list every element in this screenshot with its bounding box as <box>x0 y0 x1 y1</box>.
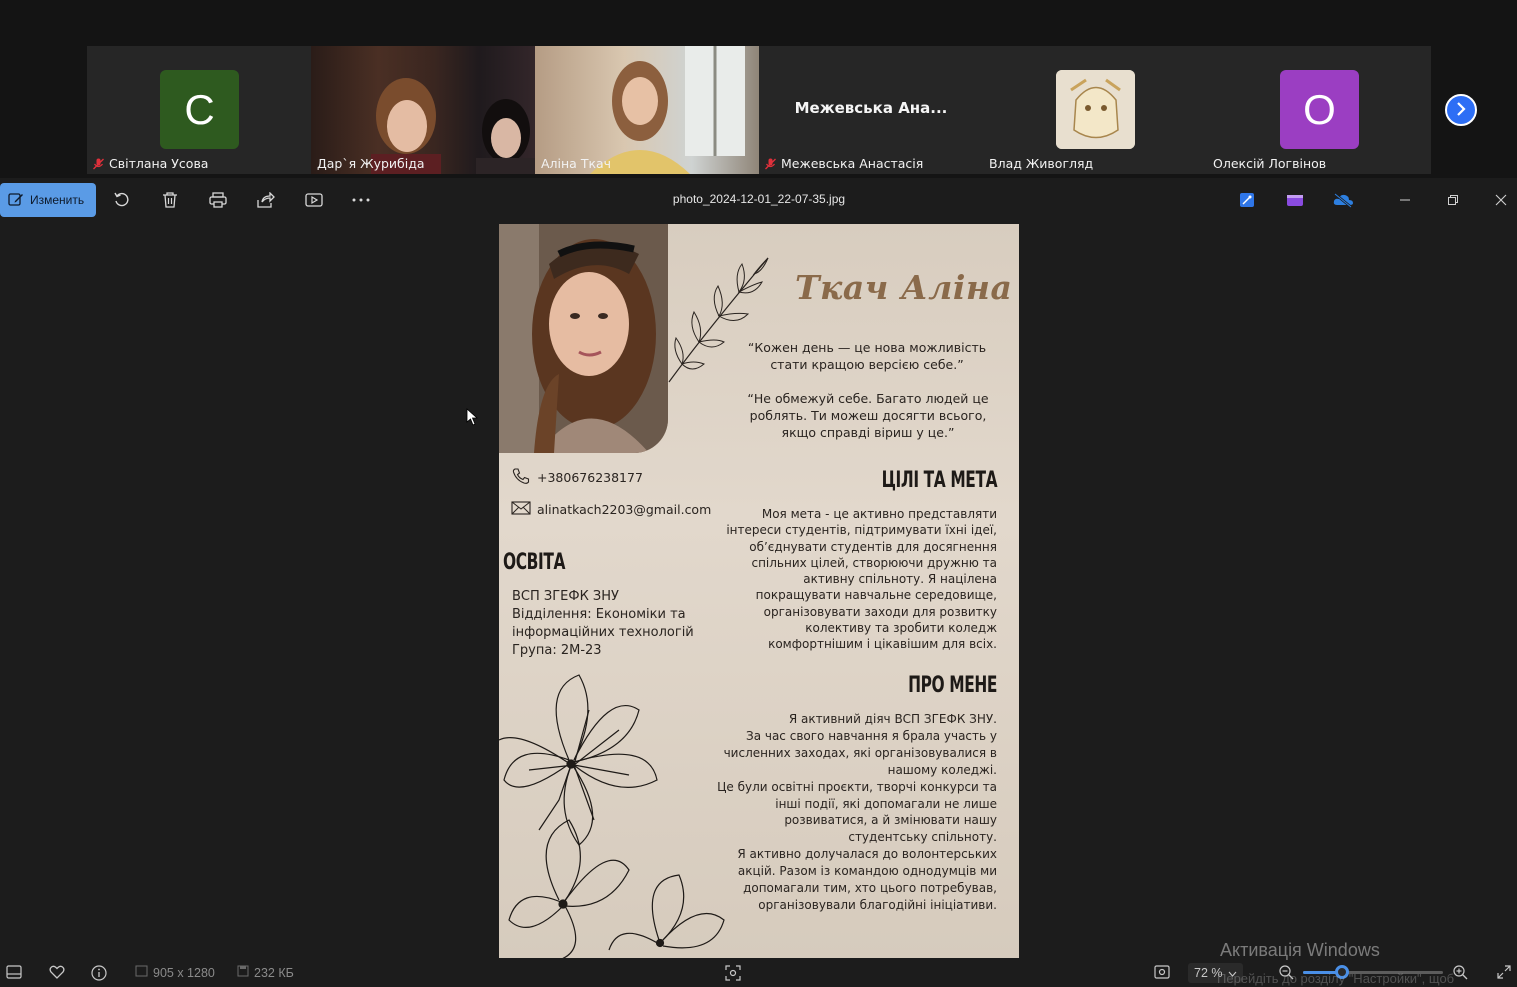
goals-line: інтереси студентів, підтримувати їхні ід… <box>726 523 997 538</box>
participant-name: Межевська Анастасія <box>765 156 923 171</box>
participant-video <box>535 46 759 174</box>
envelope-icon <box>511 501 531 518</box>
goals-line: Моя мета - це активно представляти <box>761 507 997 521</box>
more-options-icon[interactable] <box>349 188 373 212</box>
windows-activation-subtitle: Перейдіть до розділу "Настройки", щоб <box>1217 971 1455 986</box>
about-line: Я активний діяч ВСП ЗГЕФК ЗНУ. <box>788 712 997 726</box>
edit-image-icon <box>8 191 24 210</box>
education-line: Група: 2М-23 <box>512 643 602 658</box>
phone-icon <box>511 467 531 488</box>
about-line: розвиватися, а й змінювати нашу <box>784 813 997 828</box>
quote-1: “Кожен день — це нова можливість стати к… <box>747 340 987 372</box>
filmstrip-icon[interactable] <box>6 965 22 979</box>
viewer-toolbar: Изменить photo_2024-12-01_22-07-35.jpg <box>0 178 1517 222</box>
participant-name: Дар`я Журибіда <box>317 156 425 171</box>
goals-line: спільних цілей, створюючи дружню та <box>751 555 997 570</box>
portrait-photo <box>499 224 668 453</box>
participant-tiles: С Світлана Усова Дар`я Журибіда Аліна Тк… <box>87 46 1431 174</box>
about-line: численних заходах, які організовувалися … <box>723 745 997 760</box>
onedrive-icon[interactable] <box>1331 188 1355 212</box>
goals-heading: ЦІЛІ ТА МЕТА <box>881 468 997 493</box>
actual-size-icon[interactable] <box>1154 965 1170 979</box>
favorite-heart-icon[interactable] <box>49 965 65 979</box>
image-dimensions: 905 x 1280 <box>135 965 215 980</box>
mouse-cursor-icon <box>466 408 479 430</box>
share-icon[interactable] <box>254 188 278 212</box>
participant-name: Влад Живогляд <box>989 156 1094 171</box>
slideshow-icon[interactable] <box>302 188 326 212</box>
print-icon[interactable] <box>206 188 230 212</box>
goals-text: Моя мета - це активно представляти інтере… <box>726 506 997 653</box>
muted-mic-icon <box>93 158 105 170</box>
avatar: С <box>160 70 239 149</box>
goals-line: покращувати навчальне середовище, <box>755 588 997 603</box>
resume-name: Ткач Аліна <box>795 268 1013 307</box>
education-line: ВСП ЗГЕФК ЗНУ <box>512 589 619 604</box>
education-line: інформаційних технологій <box>512 625 694 640</box>
windows-activation-watermark: Активація Windows <box>1220 940 1380 960</box>
quote-2: “Не обмежуй себе. Багато людей це роблят… <box>747 391 989 440</box>
participant-tile[interactable]: С Світлана Усова <box>87 46 311 174</box>
goals-line: об’єднувати студентів для досягнення <box>749 539 997 554</box>
rotate-icon[interactable] <box>110 188 134 212</box>
zoom-in-icon[interactable] <box>1453 965 1468 980</box>
participant-name: Аліна Ткач <box>541 156 612 171</box>
close-icon[interactable] <box>1489 188 1513 212</box>
participant-display-name: Межевська Ана... <box>794 99 948 117</box>
about-line: За час свого навчання я брала участь у <box>746 728 997 743</box>
participant-tile[interactable]: Влад Живогляд <box>983 46 1207 174</box>
disk-icon <box>237 965 249 980</box>
file-name: photo_2024-12-01_22-07-35.jpg <box>672 192 846 206</box>
minimize-icon[interactable] <box>1393 188 1417 212</box>
about-line: інші події, які допомагали не лише <box>775 796 997 811</box>
education-heading: ОСВІТА <box>503 550 566 575</box>
photo-enhance-icon[interactable] <box>1235 188 1259 212</box>
participant-tile[interactable]: Межевська Ана... Межевська Анастасія <box>759 46 983 174</box>
full-screen-icon[interactable] <box>1497 965 1511 979</box>
participant-tile[interactable]: О Олексій Логвінов <box>1207 46 1431 174</box>
participant-name: Олексій Логвінов <box>1213 156 1327 171</box>
participant-strip: С Світлана Усова Дар`я Журибіда Аліна Тк… <box>0 0 1517 178</box>
goals-line: організовувати заходи для розвитку <box>763 604 997 619</box>
participant-video <box>311 46 535 174</box>
participant-tile-active-speaker[interactable]: Аліна Ткач <box>535 46 759 174</box>
file-info-icon[interactable] <box>91 965 107 981</box>
avatar: О <box>1280 70 1359 149</box>
about-line: Я активно долучалася до волонтерських <box>737 847 997 862</box>
about-text: Я активний діяч ВСП ЗГЕФК ЗНУ. За час сво… <box>717 711 997 914</box>
dimensions-icon <box>135 965 148 980</box>
about-line: організовували благодійні ініціативи. <box>758 897 997 912</box>
about-line: акцій. Разом із командою однодумців ми <box>737 864 997 879</box>
about-line: студентську спільноту. <box>848 830 997 845</box>
file-size: 232 КБ <box>237 965 294 980</box>
goals-line: колективу та зробити коледж <box>805 621 997 636</box>
email-contact: alinatkach2203@gmail.com <box>511 501 711 518</box>
restore-icon[interactable] <box>1441 188 1465 212</box>
about-line: Це були освітні проєкти, творчі конкурси… <box>717 779 997 794</box>
fit-to-window-icon[interactable] <box>725 965 741 981</box>
avatar <box>1056 70 1135 149</box>
next-page-button[interactable] <box>1445 94 1477 126</box>
participant-tile[interactable]: Дар`я Журибіда <box>311 46 535 174</box>
goals-line: активну спільноту. Я націлена <box>803 572 997 587</box>
image-canvas[interactable]: Ткач Аліна “Кожен день — це нова можливі… <box>0 222 1517 958</box>
participant-name: Світлана Усова <box>93 156 208 171</box>
resume-image: Ткач Аліна “Кожен день — це нова можливі… <box>499 224 1019 958</box>
about-line: допомагали тим, хто цього потребував, <box>743 881 997 896</box>
muted-mic-icon <box>765 158 777 170</box>
phone-contact: +380676238177 <box>511 467 643 488</box>
edit-button[interactable]: Изменить <box>0 183 96 217</box>
video-editor-icon[interactable] <box>1283 188 1307 212</box>
delete-icon[interactable] <box>158 188 182 212</box>
about-line: нашому коледжі. <box>887 762 997 777</box>
chevron-right-icon <box>1455 101 1467 120</box>
education-line: Відділення: Економіки та <box>512 607 686 622</box>
about-heading: ПРО МЕНЕ <box>908 673 997 698</box>
flower-illustration <box>499 670 729 958</box>
goals-line: комфортнішим і цікавішим для всіх. <box>768 637 997 652</box>
